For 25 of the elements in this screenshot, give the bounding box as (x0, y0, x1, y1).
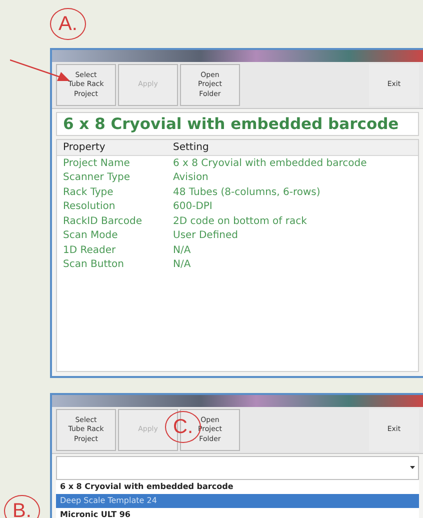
list-item[interactable]: 6 x 8 Cryovial with embedded barcode (56, 480, 419, 494)
table-cell-text: 48 Tubes (8-columns, 6-rows) (172, 186, 320, 198)
table-cell-text: Rack Type (62, 186, 114, 198)
table-cell-text: Avision (172, 172, 208, 184)
callout-label: A. (50, 8, 86, 40)
table-cell-text: Scanner Type (62, 172, 132, 184)
table-cell-text: Resolution (62, 201, 116, 212)
list-item[interactable]: Micronic ULT 96 (56, 508, 419, 518)
table-cell-text: 600-DPI (172, 201, 212, 212)
project-title: 6 x 8 Cryovial with embedded barcode (56, 112, 419, 136)
project-dropdown[interactable] (56, 456, 419, 480)
table-cell-text: Scan Mode (62, 230, 119, 242)
column-header: Setting (172, 142, 209, 153)
table-cell-text: 1D Reader (62, 244, 117, 256)
table-cell-text: 6 x 8 Cryovial with embedded barcode (172, 158, 367, 169)
table-cell-text: User Defined (172, 230, 238, 242)
table-cell-text: N/A (172, 259, 191, 270)
table-cell-text: 2D code on bottom of rack (172, 216, 307, 227)
table-cell-text: Scan Button (62, 259, 125, 270)
table-cell-text: RackID Barcode (62, 216, 143, 227)
callout-label: B. (4, 495, 40, 518)
caret-icon (410, 466, 415, 469)
table-cell-text: N/A (172, 244, 191, 256)
column-header: Property (62, 142, 106, 153)
table-cell-text: Project Name (62, 158, 131, 169)
